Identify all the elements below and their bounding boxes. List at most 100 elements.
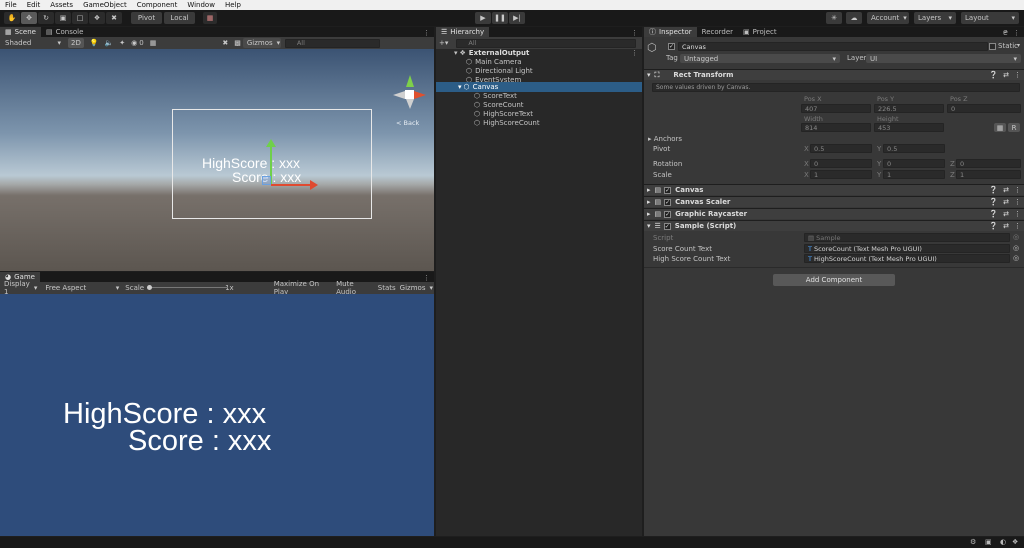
pos-x-field[interactable]: 407 [801,104,871,113]
progress-icon[interactable]: ⚙ [970,538,976,546]
snap-icon[interactable]: ▦ [203,12,217,24]
custom-tool-icon[interactable]: ✖ [106,12,122,24]
2d-toggle[interactable]: 2D [68,38,84,48]
preset-icon[interactable]: ⇄ [1003,222,1009,230]
menu-help[interactable]: Help [225,1,241,9]
tab-scene[interactable]: ▦ Scene [0,27,41,37]
scale-slider[interactable] [147,283,229,293]
stats-toggle[interactable]: Stats [378,284,396,292]
foldout-icon[interactable]: ▾ [647,71,651,79]
menu-file[interactable]: File [5,1,17,9]
display-dropdown[interactable]: Display 1 [0,280,42,296]
rotation-z-field[interactable]: 0 [956,159,1021,168]
help-icon[interactable]: ❔ [989,210,998,218]
rotate-tool-icon[interactable]: ↻ [38,12,54,24]
shading-dropdown[interactable]: Shaded [1,38,65,48]
lock-icon[interactable]: ₴ [1003,29,1008,37]
component-enabled-checkbox[interactable]: ✓ [663,222,671,230]
inspector-menu-icon[interactable]: ⋮ [1013,29,1020,37]
width-field[interactable]: 814 [801,123,871,132]
help-icon[interactable]: ❔ [989,186,998,194]
preset-icon[interactable]: ⇄ [1003,210,1009,218]
scene-search-input[interactable]: All [284,38,380,48]
rotation-y-field[interactable]: 0 [883,159,945,168]
pivot-toggle[interactable]: Pivot [131,12,162,24]
move-gizmo-x-axis[interactable] [271,184,311,186]
add-component-button[interactable]: Add Component [773,274,895,286]
component-menu-icon[interactable]: ⋮ [1014,198,1021,206]
menu-edit[interactable]: Edit [27,1,41,9]
tag-dropdown[interactable]: Untagged [680,54,840,63]
debug-icon[interactable]: ❖ [1012,538,1018,546]
move-tool-icon[interactable]: ✥ [21,12,37,24]
cache-icon[interactable]: ◐ [1000,538,1006,546]
rect-tool-icon[interactable]: □ [72,12,88,24]
menu-component[interactable]: Component [137,1,178,9]
canvas-scaler-header[interactable]: ▸ ▤ ✓ Canvas Scaler ❔ ⇄ ⋮ [644,196,1024,207]
pos-z-field[interactable]: 0 [947,104,1021,113]
pause-icon[interactable]: ❚❚ [492,12,508,24]
help-icon[interactable]: ❔ [989,198,998,206]
account-dropdown[interactable]: Account [867,12,909,24]
move-gizmo-center[interactable] [262,176,271,185]
rotation-x-field[interactable]: 0 [810,159,872,168]
object-picker-icon[interactable]: ◎ [1013,244,1019,252]
lighting-icon[interactable]: 💡 [90,39,99,47]
anchors-foldout[interactable]: ▸ Anchors [648,135,682,143]
play-icon[interactable]: ▶ [475,12,491,24]
component-menu-icon[interactable]: ⋮ [1014,186,1021,194]
services-icon[interactable]: ✳ [826,12,842,24]
component-menu-icon[interactable]: ⋮ [1014,210,1021,218]
transform-tool-icon[interactable]: ❖ [89,12,105,24]
hierarchy-search-input[interactable]: All [456,38,637,48]
foldout-icon[interactable]: ▾ [647,222,651,230]
blueprint-mode-button[interactable]: ▦ [994,123,1006,132]
active-checkbox[interactable]: ✓ [668,43,675,50]
hand-tool-icon[interactable]: ✋ [4,12,20,24]
component-menu-icon[interactable]: ⋮ [1014,222,1021,230]
layout-dropdown[interactable]: Layout [961,12,1019,24]
create-icon[interactable]: +▾ [439,39,448,47]
menu-assets[interactable]: Assets [50,1,73,9]
hierarchy-row-highscorecount[interactable]: ⬡ HighScoreCount [436,118,642,128]
hierarchy-menu-icon[interactable]: ⋮ [631,29,642,37]
scale-tool-icon[interactable]: ▣ [55,12,71,24]
foldout-icon[interactable]: ▾ [454,49,458,57]
pivot-y-field[interactable]: 0.5 [883,144,945,153]
gizmos-dropdown[interactable]: Gizmos [242,38,281,48]
tab-inspector[interactable]: ⓘ Inspector [644,27,697,37]
help-icon[interactable]: ❔ [989,71,998,79]
static-dropdown-icon[interactable]: ▾ [1017,42,1020,49]
tab-project[interactable]: ▣ Project [738,27,782,37]
component-enabled-checkbox[interactable]: ✓ [664,210,672,218]
move-gizmo-y-arrow-icon[interactable] [266,139,276,147]
scale-slider-thumb[interactable] [147,285,153,290]
object-picker-icon[interactable]: ◎ [1013,254,1019,262]
move-gizmo-x-arrow-icon[interactable] [310,180,318,190]
game-menu-icon[interactable]: ⋮ [423,274,434,282]
camera-icon[interactable]: ▩ [234,39,241,47]
local-toggle[interactable]: Local [164,12,195,24]
back-label[interactable]: < Back [396,119,419,127]
cloud-icon[interactable]: ☁ [846,12,862,24]
preset-icon[interactable]: ⇄ [1003,186,1009,194]
foldout-icon[interactable]: ▸ [647,186,651,194]
grid-icon[interactable]: ▦ [150,39,157,47]
component-enabled-checkbox[interactable]: ✓ [664,198,672,206]
scale-x-field[interactable]: 1 [810,170,872,179]
tools-icon[interactable]: ✖ [222,39,228,47]
game-viewport[interactable]: HighScore : xxx Score : xxx [0,294,434,536]
raw-edit-button[interactable]: R [1008,123,1020,132]
object-name-input[interactable]: Canvas [678,42,988,51]
help-icon[interactable]: ❔ [989,222,998,230]
layer-dropdown[interactable]: UI [866,54,1021,63]
foldout-icon[interactable]: ▸ [647,198,651,206]
component-menu-icon[interactable]: ⋮ [1014,71,1021,79]
canvas-component-header[interactable]: ▸ ▤ ✓ Canvas ❔ ⇄ ⋮ [644,184,1024,195]
tab-recorder[interactable]: Recorder [697,27,738,37]
tab-console[interactable]: ▤ Console [41,27,88,37]
step-icon[interactable]: ▶| [509,12,525,24]
scale-y-field[interactable]: 1 [883,170,945,179]
graphic-raycaster-header[interactable]: ▸ ▤ ✓ Graphic Raycaster ❔ ⇄ ⋮ [644,208,1024,219]
aspect-dropdown[interactable]: Free Aspect [41,283,124,293]
